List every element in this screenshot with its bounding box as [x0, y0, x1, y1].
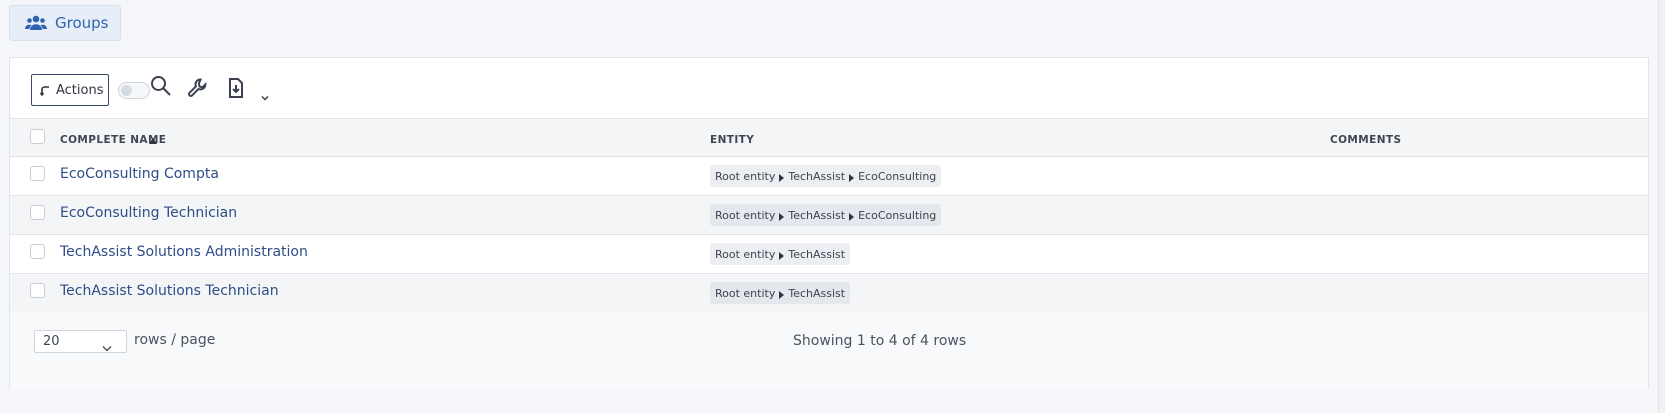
- group-name-link[interactable]: TechAssist Solutions Technician: [60, 283, 279, 299]
- caret-right-icon: [779, 211, 785, 221]
- caret-right-icon: [779, 289, 785, 299]
- sort-ascending-icon: [149, 129, 157, 144]
- entity-badge: Root entity TechAssist EcoConsulting: [710, 165, 942, 187]
- chevron-down-icon: [102, 338, 112, 352]
- row-checkbox[interactable]: [30, 166, 45, 181]
- rows-per-page-label: rows / page: [134, 332, 216, 348]
- column-comments[interactable]: Comments: [1330, 134, 1401, 146]
- entity-level: Root entity: [715, 169, 776, 183]
- groups-tab[interactable]: Groups: [9, 5, 121, 41]
- pagination-summary: Showing 1 to 4 of 4 rows: [793, 333, 967, 349]
- toolbar: Actions: [10, 58, 1648, 122]
- entity-badge: Root entity TechAssist: [710, 243, 851, 265]
- actions-button[interactable]: Actions: [31, 74, 109, 106]
- row-checkbox[interactable]: [30, 283, 45, 298]
- select-all-checkbox[interactable]: [30, 129, 45, 144]
- entity-level: EcoConsulting: [858, 169, 937, 183]
- groups-panel: Actions Complete name Entity Comments: [9, 57, 1649, 390]
- column-entity[interactable]: Entity: [710, 134, 754, 146]
- pagination-footer: 20 rows / page Showing 1 to 4 of 4 rows: [10, 311, 1648, 390]
- search-icon[interactable]: [149, 74, 173, 98]
- entity-level: TechAssist: [788, 247, 846, 261]
- entity-level: TechAssist: [788, 286, 846, 300]
- return-arrow-icon: [40, 85, 49, 96]
- wrench-icon[interactable]: [186, 76, 210, 100]
- caret-right-icon: [779, 250, 785, 260]
- table-row: EcoConsulting Compta Root entity TechAss…: [10, 157, 1648, 196]
- entity-level: Root entity: [715, 208, 776, 222]
- entity-badge: Root entity TechAssist: [710, 282, 851, 304]
- entity-level: TechAssist: [788, 208, 846, 222]
- page-scrollbar[interactable]: [1658, 0, 1665, 413]
- group-name-link[interactable]: TechAssist Solutions Administration: [60, 244, 308, 260]
- entity-level: Root entity: [715, 286, 776, 300]
- group-name-link[interactable]: EcoConsulting Compta: [60, 166, 219, 182]
- actions-button-label: Actions: [56, 82, 104, 98]
- entity-level: TechAssist: [788, 169, 846, 183]
- users-icon: [25, 15, 47, 30]
- table-header: Complete name Entity Comments: [10, 118, 1648, 157]
- rows-per-page-value: 20: [43, 334, 60, 349]
- search-toggle[interactable]: [118, 82, 150, 99]
- entity-badge: Root entity TechAssist EcoConsulting: [710, 204, 942, 226]
- table-row: EcoConsulting Technician Root entity Tec…: [10, 196, 1648, 235]
- groups-tab-label: Groups: [55, 14, 109, 32]
- table-row: TechAssist Solutions Technician Root ent…: [10, 274, 1648, 313]
- table-row: TechAssist Solutions Administration Root…: [10, 235, 1648, 274]
- entity-level: Root entity: [715, 247, 776, 261]
- caret-right-icon: [849, 211, 855, 221]
- group-name-link[interactable]: EcoConsulting Technician: [60, 205, 237, 221]
- entity-level: EcoConsulting: [858, 208, 937, 222]
- row-checkbox[interactable]: [30, 205, 45, 220]
- caret-right-icon: [779, 172, 785, 182]
- rows-per-page-select[interactable]: 20: [34, 330, 127, 353]
- caret-right-icon: [849, 172, 855, 182]
- row-checkbox[interactable]: [30, 244, 45, 259]
- export-file-icon[interactable]: [224, 76, 248, 100]
- chevron-down-icon[interactable]: [261, 87, 269, 101]
